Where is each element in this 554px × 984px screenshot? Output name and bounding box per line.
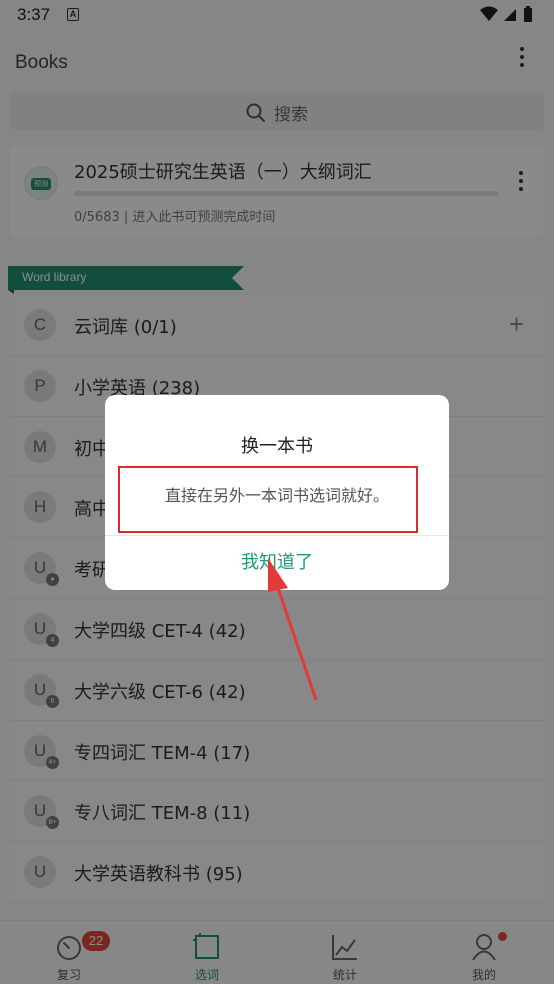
annotation-arrow-icon	[268, 558, 318, 701]
